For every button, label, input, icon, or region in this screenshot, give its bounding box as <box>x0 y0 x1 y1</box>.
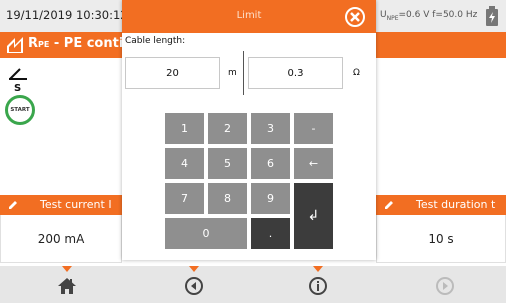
length-unit: m <box>228 68 237 78</box>
dialog-title: Limit <box>236 10 262 21</box>
key-minus[interactable]: - <box>294 113 333 144</box>
meter-screen: 19/11/2019 10:30:12 UNPE=0.6 V f=50.0 Hz… <box>0 0 506 303</box>
title-main: R <box>28 36 39 51</box>
start-button[interactable]: START <box>5 95 35 125</box>
test-current-value[interactable]: 200 mA <box>0 215 122 263</box>
nav-indicator <box>62 266 72 272</box>
nav-indicator <box>313 266 323 272</box>
svg-text:S: S <box>14 83 21 92</box>
key-0[interactable]: 0 <box>165 218 247 249</box>
key-6[interactable]: 6 <box>251 148 290 179</box>
battery-icon <box>486 6 498 26</box>
key-backspace[interactable]: ← <box>294 148 333 179</box>
cable-length-input[interactable]: 20 <box>125 57 220 89</box>
test-current-title: Test current I <box>40 198 112 211</box>
key-7[interactable]: 7 <box>165 183 204 214</box>
resistance-unit: Ω <box>353 68 360 78</box>
pencil-icon <box>385 201 393 209</box>
nav-indicator <box>189 266 199 272</box>
limit-dialog: Limit Cable length: 20 m 0.3 Ω 1 2 3 - 4… <box>122 0 376 260</box>
resistance-input[interactable]: 0.3 <box>248 57 343 89</box>
test-duration-value[interactable]: 10 s <box>376 215 506 263</box>
key-8[interactable]: 8 <box>208 183 247 214</box>
field-separator <box>243 51 244 95</box>
start-label: START <box>10 107 30 113</box>
datetime: 19/11/2019 10:30:12 <box>6 8 128 22</box>
key-9[interactable]: 9 <box>251 183 290 214</box>
pencil-icon <box>9 201 17 209</box>
info-icon[interactable] <box>308 276 328 296</box>
close-icon[interactable] <box>344 6 366 28</box>
fuse-s-icon: S <box>9 68 27 92</box>
key-2[interactable]: 2 <box>208 113 247 144</box>
test-current-header[interactable]: Test current I <box>0 195 122 215</box>
home-icon[interactable] <box>57 276 77 296</box>
key-dot[interactable]: . <box>251 218 290 249</box>
rpe-continuity-icon <box>7 37 23 53</box>
key-1[interactable]: 1 <box>165 113 204 144</box>
key-5[interactable]: 5 <box>208 148 247 179</box>
back-icon[interactable] <box>184 276 204 296</box>
voltage-subscript: NPE <box>386 14 399 22</box>
title-sub: PE <box>38 40 50 49</box>
numeric-keypad: 1 2 3 - 4 5 6 ← 7 8 9 ↲ 0 . <box>165 113 333 253</box>
next-icon[interactable] <box>435 276 455 296</box>
voltage-values: =0.6 V f=50.0 Hz <box>398 10 478 20</box>
voltage-frequency-readout: UNPE=0.6 V f=50.0 Hz <box>380 10 477 22</box>
key-3[interactable]: 3 <box>251 113 290 144</box>
title-rest: - PE conti <box>49 36 124 51</box>
key-enter[interactable]: ↲ <box>294 183 333 249</box>
dialog-header: Limit <box>122 0 376 33</box>
cable-length-label: Cable length: <box>125 36 186 46</box>
test-duration-title: Test duration t <box>416 198 496 211</box>
voltage-symbol: U <box>380 10 387 20</box>
test-duration-header[interactable]: Test duration t <box>376 195 506 215</box>
measurement-title: RPE - PE conti <box>28 36 123 51</box>
key-4[interactable]: 4 <box>165 148 204 179</box>
